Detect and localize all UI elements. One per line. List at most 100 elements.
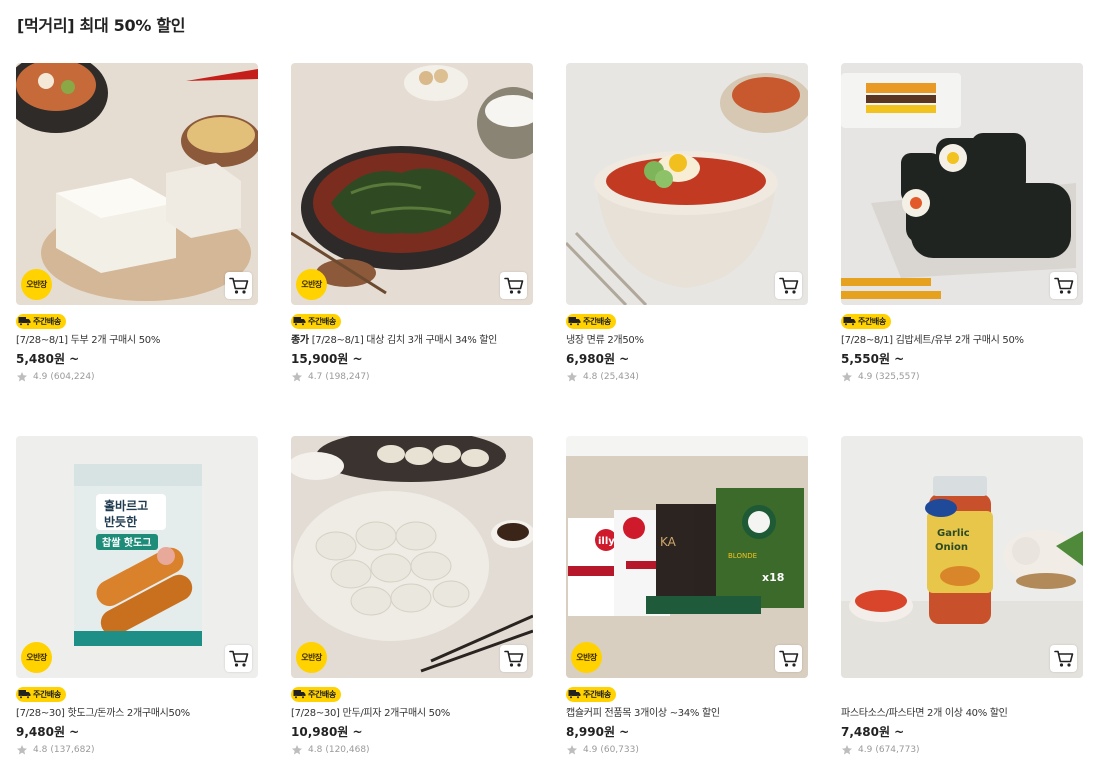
cart-icon — [228, 650, 248, 667]
product-name[interactable]: 종가 [7/28~8/1] 대상 김치 3개 구매시 34% 할인 — [291, 334, 533, 348]
product-name[interactable]: 파스타소스/파스타면 2개 이상 40% 할인 — [841, 707, 1083, 721]
add-to-cart-button[interactable] — [225, 645, 252, 672]
add-to-cart-button[interactable] — [225, 272, 252, 299]
review-count: (25,434) — [600, 372, 639, 382]
add-to-cart-button[interactable] — [775, 272, 802, 299]
product-name-text: 파스타소스/파스타면 2개 이상 40% 할인 — [841, 708, 1008, 719]
product-image[interactable]: 오반장 — [291, 63, 533, 305]
product-name-text: [7/28~30] 만두/피자 2개구매시 50% — [291, 708, 450, 719]
svg-text:홀바르고: 홀바르고 — [104, 498, 148, 513]
svg-text:찹쌀 핫도그: 찹쌀 핫도그 — [102, 536, 151, 549]
truck-icon — [18, 690, 31, 699]
product-price: 5,480원 ~ — [16, 352, 80, 366]
product-card[interactable]: 주간배송냉장 면류 2개50% 6,980원 ~ 4.8 (25,434) — [566, 63, 808, 383]
add-to-cart-button[interactable] — [1050, 272, 1077, 299]
rating-score: 4.7 — [308, 372, 323, 382]
star-icon — [292, 372, 302, 382]
rating-score: 4.8 — [583, 372, 598, 382]
add-to-cart-button[interactable] — [500, 272, 527, 299]
product-photo: illy KA BLONDE x18 — [566, 436, 808, 678]
review-count: (198,247) — [325, 372, 370, 382]
obanjang-badge: 오반장 — [296, 642, 327, 673]
svg-text:Onion: Onion — [935, 542, 968, 553]
product-card[interactable]: 오반장 주간배송종가 [7/28~8/1] 대상 김치 3개 구매시 34% 할… — [291, 63, 533, 383]
star-icon — [567, 745, 577, 755]
product-name-text: [7/28~30] 핫도그/돈까스 2개구매시50% — [16, 708, 190, 719]
review-count: (120,468) — [325, 745, 370, 755]
product-rating: 4.9 (604,224) — [16, 371, 258, 383]
badge-row: 주간배송 — [291, 311, 533, 331]
product-name[interactable]: 캡슐커피 전품목 3개이상 ~34% 할인 — [566, 707, 808, 721]
product-price: 6,980원 ~ — [566, 352, 630, 366]
product-name[interactable]: [7/28~30] 만두/피자 2개구매시 50% — [291, 707, 533, 721]
product-card[interactable]: 주간배송 [7/28~8/1] 김밥세트/유부 2개 구매시 50% 5,550원 … — [841, 63, 1083, 383]
weekly-delivery-label: 주간배송 — [308, 316, 336, 326]
weekly-delivery-badge: 주간배송 — [291, 313, 341, 329]
weekly-delivery-label: 주간배송 — [583, 316, 611, 326]
cart-icon — [1053, 650, 1073, 667]
weekly-delivery-badge: 주간배송 — [566, 686, 616, 702]
product-name[interactable]: [7/28~8/1] 두부 2개 구매시 50% — [16, 334, 258, 348]
svg-text:x18: x18 — [762, 571, 784, 584]
rating-score: 4.9 — [33, 372, 48, 382]
svg-text:BLONDE: BLONDE — [728, 552, 757, 560]
product-name[interactable]: [7/28~30] 핫도그/돈까스 2개구매시50% — [16, 707, 258, 721]
weekly-delivery-label: 주간배송 — [583, 689, 611, 699]
add-to-cart-button[interactable] — [775, 645, 802, 672]
weekly-delivery-label: 주간배송 — [858, 316, 886, 326]
review-count: (325,557) — [875, 372, 920, 382]
product-image[interactable]: 오반장 — [16, 63, 258, 305]
product-card[interactable]: 홀바르고 반듯한 찹쌀 핫도그 오반장 주간배송 [7/28~30] 핫도그/돈까… — [16, 436, 258, 756]
star-icon — [292, 745, 302, 755]
product-card[interactable]: illy KA BLONDE x18 오반장 주간배송캡슐커피 전품목 3개이상… — [566, 436, 808, 756]
weekly-delivery-label: 주간배송 — [33, 689, 61, 699]
product-name[interactable]: [7/28~8/1] 김밥세트/유부 2개 구매시 50% — [841, 334, 1083, 348]
weekly-delivery-badge: 주간배송 — [16, 686, 66, 702]
rating-score: 4.8 — [33, 745, 48, 755]
rating-score: 4.9 — [858, 372, 873, 382]
product-card[interactable]: 오반장 주간배송 [7/28~8/1] 두부 2개 구매시 50% 5,480원 ~… — [16, 63, 258, 383]
product-image[interactable] — [841, 63, 1083, 305]
product-name-text: 냉장 면류 2개50% — [566, 335, 644, 346]
product-rating: 4.8 (120,468) — [291, 744, 533, 756]
product-card[interactable]: Garlic Onion 파스타소스/파스타면 2개 이상 40% 할인 7,48… — [841, 436, 1083, 756]
product-rating: 4.9 (674,773) — [841, 744, 1083, 756]
truck-icon — [293, 690, 306, 699]
product-card[interactable]: 오반장 주간배송 [7/28~30] 만두/피자 2개구매시 50% 10,980원… — [291, 436, 533, 756]
star-icon — [842, 745, 852, 755]
product-price: 5,550원 ~ — [841, 352, 905, 366]
product-photo — [16, 63, 258, 305]
product-name-text: [7/28~8/1] 대상 김치 3개 구매시 34% 할인 — [308, 335, 498, 346]
obanjang-badge: 오반장 — [571, 642, 602, 673]
product-price: 15,900원 ~ — [291, 352, 363, 366]
truck-icon — [568, 690, 581, 699]
badge-row: 주간배송 — [291, 684, 533, 704]
add-to-cart-button[interactable] — [500, 645, 527, 672]
product-image[interactable]: Garlic Onion — [841, 436, 1083, 678]
product-image[interactable] — [566, 63, 808, 305]
cart-icon — [503, 650, 523, 667]
weekly-delivery-badge: 주간배송 — [566, 313, 616, 329]
product-price: 10,980원 ~ — [291, 725, 363, 739]
product-image[interactable]: 오반장 — [291, 436, 533, 678]
product-image[interactable]: 홀바르고 반듯한 찹쌀 핫도그 오반장 — [16, 436, 258, 678]
badge-row: 주간배송 — [16, 311, 258, 331]
badge-row: 주간배송 — [841, 311, 1083, 331]
svg-text:KA: KA — [660, 535, 677, 549]
add-to-cart-button[interactable] — [1050, 645, 1077, 672]
truck-icon — [568, 317, 581, 326]
weekly-delivery-badge: 주간배송 — [291, 686, 341, 702]
product-rating: 4.7 (198,247) — [291, 371, 533, 383]
product-photo — [291, 63, 533, 305]
product-photo: Garlic Onion — [841, 436, 1083, 678]
rating-score: 4.8 — [308, 745, 323, 755]
star-icon — [17, 745, 27, 755]
product-price: 7,480원 ~ — [841, 725, 905, 739]
product-name[interactable]: 냉장 면류 2개50% — [566, 334, 808, 348]
product-image[interactable]: illy KA BLONDE x18 오반장 — [566, 436, 808, 678]
truck-icon — [843, 317, 856, 326]
review-count: (137,682) — [50, 745, 95, 755]
svg-text:illy: illy — [598, 536, 615, 547]
product-photo — [841, 63, 1083, 305]
review-count: (60,733) — [600, 745, 639, 755]
